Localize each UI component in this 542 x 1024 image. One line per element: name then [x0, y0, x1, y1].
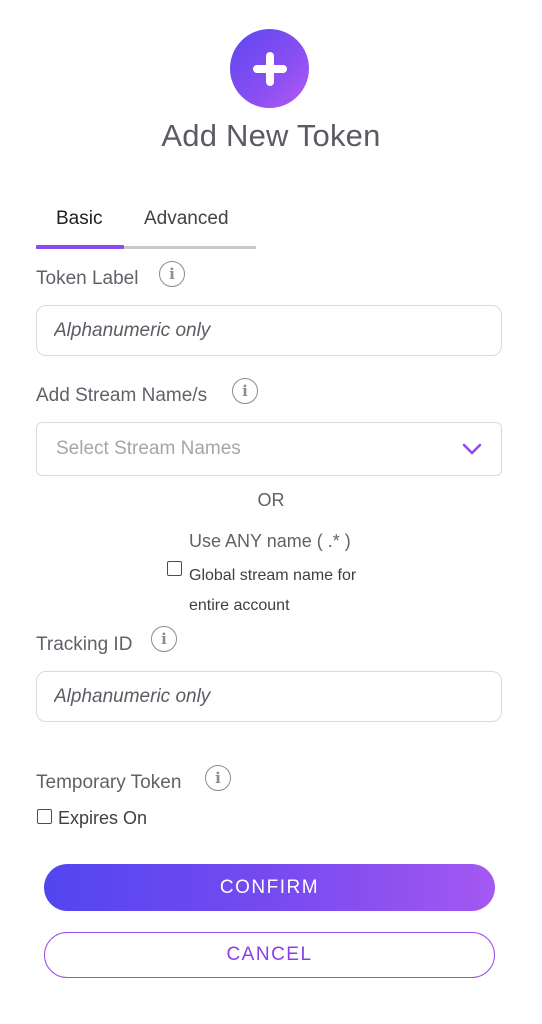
token-label-text: Token Label: [36, 268, 139, 289]
global-stream-checkbox[interactable]: [167, 561, 182, 576]
plus-icon: [230, 29, 309, 108]
tracking-id-heading: Tracking ID: [36, 634, 132, 656]
any-name-text: Use ANY name ( .* ): [189, 531, 351, 551]
chevron-down-icon: [462, 443, 482, 455]
or-divider-text: OR: [257, 490, 285, 510]
stream-names-heading: Add Stream Name/s: [36, 385, 207, 407]
tracking-id-input[interactable]: [36, 671, 502, 722]
stream-names-info-icon[interactable]: i: [232, 378, 258, 404]
stream-names-label: Add Stream Name/s: [36, 385, 208, 406]
cancel-button[interactable]: CANCEL: [44, 932, 495, 978]
stream-names-placeholder: Select Stream Names: [56, 438, 241, 459]
expires-on-label: Expires On: [58, 808, 148, 828]
temporary-token-heading: Temporary Token: [36, 772, 181, 794]
token-label-input[interactable]: [36, 305, 502, 356]
temporary-token-label: Temporary Token: [36, 772, 182, 793]
stream-names-select[interactable]: Select Stream Names: [36, 422, 502, 476]
tab-bar: Basic Advanced: [36, 196, 256, 250]
plus-icon-glyph: [252, 51, 287, 86]
tracking-id-label: Tracking ID: [36, 634, 133, 655]
confirm-button[interactable]: CONFIRM: [44, 864, 495, 911]
tab-basic[interactable]: Basic: [56, 208, 102, 230]
token-label-info-icon[interactable]: i: [159, 261, 185, 287]
expires-on-checkbox[interactable]: [37, 809, 52, 824]
global-stream-label: Global stream name for entire account: [189, 567, 357, 614]
tab-advanced[interactable]: Advanced: [144, 208, 229, 230]
page-title: Add New Token: [161, 118, 381, 153]
tracking-id-info-icon[interactable]: i: [151, 626, 177, 652]
token-label-heading: Token Label: [36, 268, 138, 290]
tab-active-indicator: [36, 245, 124, 249]
temporary-token-info-icon[interactable]: i: [205, 765, 231, 791]
